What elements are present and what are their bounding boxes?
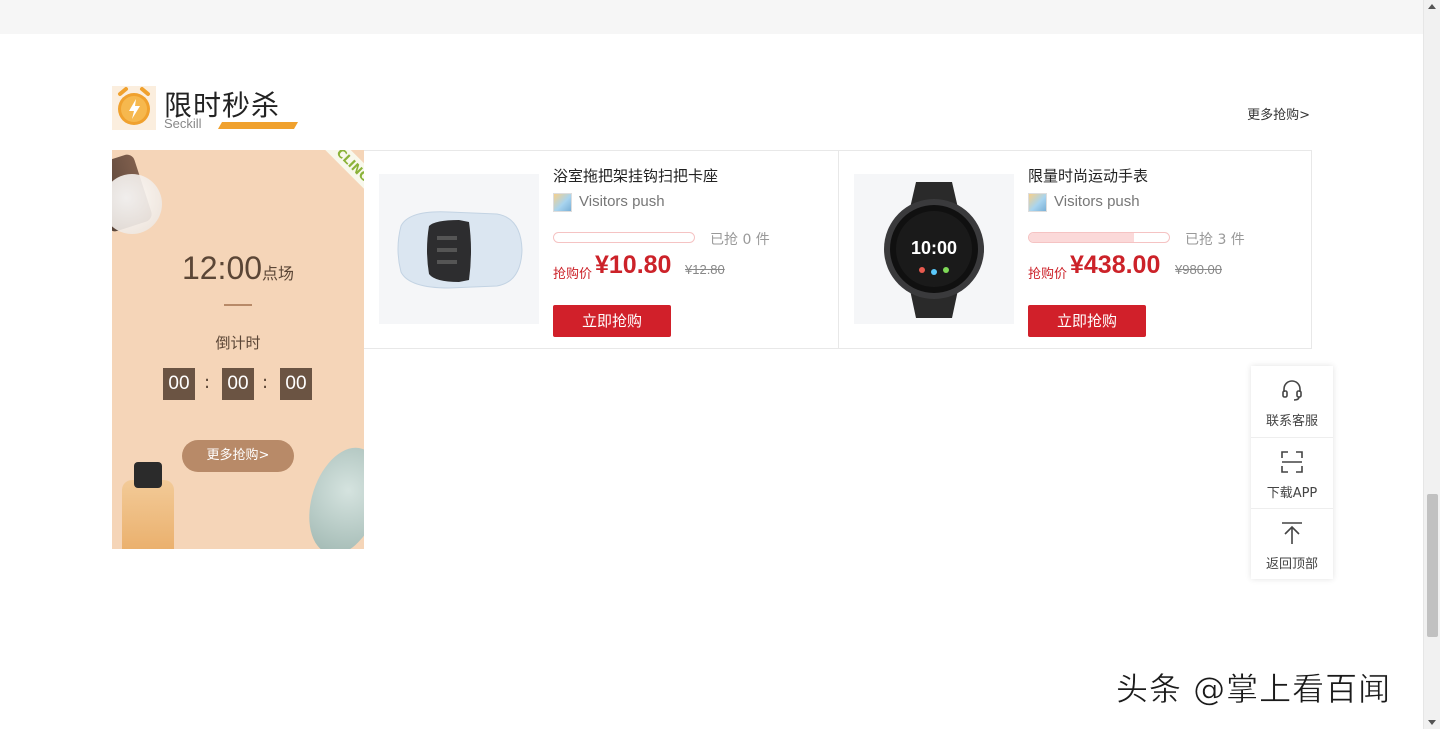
sold-count: 已抢 3 件 (1185, 232, 1245, 248)
countdown-hours: 00 (163, 368, 195, 400)
session-time-suffix: 点场 (262, 264, 295, 283)
product-image[interactable] (379, 174, 539, 324)
section-subtitle: Seckill (164, 116, 202, 131)
sold-count: 已抢 0 件 (710, 232, 770, 248)
mop-holder-image (397, 211, 523, 289)
countdown-minutes: 00 (222, 368, 254, 400)
pump-bottle-decoration (122, 480, 174, 549)
countdown-label: 倒计时 (215, 334, 261, 352)
back-to-top-button[interactable]: 返回顶部 (1251, 508, 1333, 579)
product-card[interactable]: 10:00 限量时尚运动手表 Visitors push 已抢 3 件 抢购价 … (838, 151, 1312, 348)
headset-icon (1282, 380, 1302, 401)
scroll-up-arrow-icon[interactable] (1428, 4, 1436, 9)
session-time-value: 12:00 (181, 250, 263, 286)
product-name[interactable]: 限量时尚运动手表 (1028, 165, 1148, 186)
back-to-top-icon (1282, 522, 1302, 544)
promo-more-button[interactable]: 更多抢购> (182, 440, 294, 472)
contact-service-label: 联系客服 (1265, 414, 1318, 429)
seckill-section-header: 限时秒杀 Seckill 更多抢购> (112, 84, 1312, 134)
price-label: 抢购价 (1028, 267, 1068, 282)
seckill-price: ¥438.00 (1070, 251, 1161, 279)
cleansing-brush-decoration (296, 438, 364, 549)
visitor-text: Visitors push (579, 193, 665, 210)
seckill-product-list: 浴室拖把架挂钩扫把卡座 Visitors push 已抢 0 件 抢购价 ¥10… (364, 150, 1312, 349)
visitor-avatar-icon (553, 193, 572, 212)
original-price: ¥980.00 (1175, 262, 1222, 277)
visitor-avatar-icon (1028, 193, 1047, 212)
scrollbar-thumb[interactable] (1427, 494, 1438, 637)
download-app-label: 下载APP (1266, 486, 1318, 501)
countdown-seconds: 00 (280, 368, 312, 400)
pump-head-decoration (134, 462, 162, 488)
seckill-promo-panel: CLING 12:00点场 倒计时 00 : 00 : 00 更多抢购> (112, 150, 364, 549)
countdown-separator: : (204, 372, 211, 393)
alarm-clock-icon (112, 86, 156, 130)
page-scrollbar[interactable] (1423, 0, 1440, 729)
product-image[interactable]: 10:00 (854, 174, 1014, 324)
buy-now-button[interactable]: 立即抢购 (553, 305, 671, 337)
promo-divider (224, 304, 252, 306)
back-to-top-label: 返回顶部 (1265, 557, 1318, 572)
visitor-text: Visitors push (1054, 193, 1140, 210)
sold-progress-fill (1029, 233, 1134, 242)
sold-progress-bar (1028, 232, 1170, 243)
product-name[interactable]: 浴室拖把架挂钩扫把卡座 (553, 165, 718, 186)
watermark-text: 头条 @掌上看百闻 (1116, 670, 1392, 709)
countdown-separator: : (262, 372, 269, 393)
smartwatch-image: 10:00 (884, 182, 984, 318)
cosmetic-cap-decoration (112, 174, 162, 234)
top-bar (0, 0, 1423, 34)
title-underline (217, 122, 299, 129)
scan-icon (1281, 451, 1303, 473)
scroll-down-arrow-icon[interactable] (1428, 720, 1436, 725)
buy-now-button[interactable]: 立即抢购 (1028, 305, 1146, 337)
floating-toolbar: 联系客服 下载APP 返回顶部 (1251, 366, 1333, 579)
session-time: 12:00点场 (112, 250, 364, 287)
original-price: ¥12.80 (685, 262, 725, 277)
contact-service-button[interactable]: 联系客服 (1251, 366, 1333, 437)
seckill-price: ¥10.80 (595, 251, 672, 279)
more-seckill-link[interactable]: 更多抢购> (1247, 104, 1310, 123)
sold-progress-bar (553, 232, 695, 243)
download-app-button[interactable]: 下载APP (1251, 437, 1333, 508)
price-label: 抢购价 (553, 267, 593, 282)
svg-text:10:00: 10:00 (911, 238, 957, 258)
brand-ribbon-decoration: CLING (314, 150, 364, 204)
product-card[interactable]: 浴室拖把架挂钩扫把卡座 Visitors push 已抢 0 件 抢购价 ¥10… (364, 151, 838, 348)
